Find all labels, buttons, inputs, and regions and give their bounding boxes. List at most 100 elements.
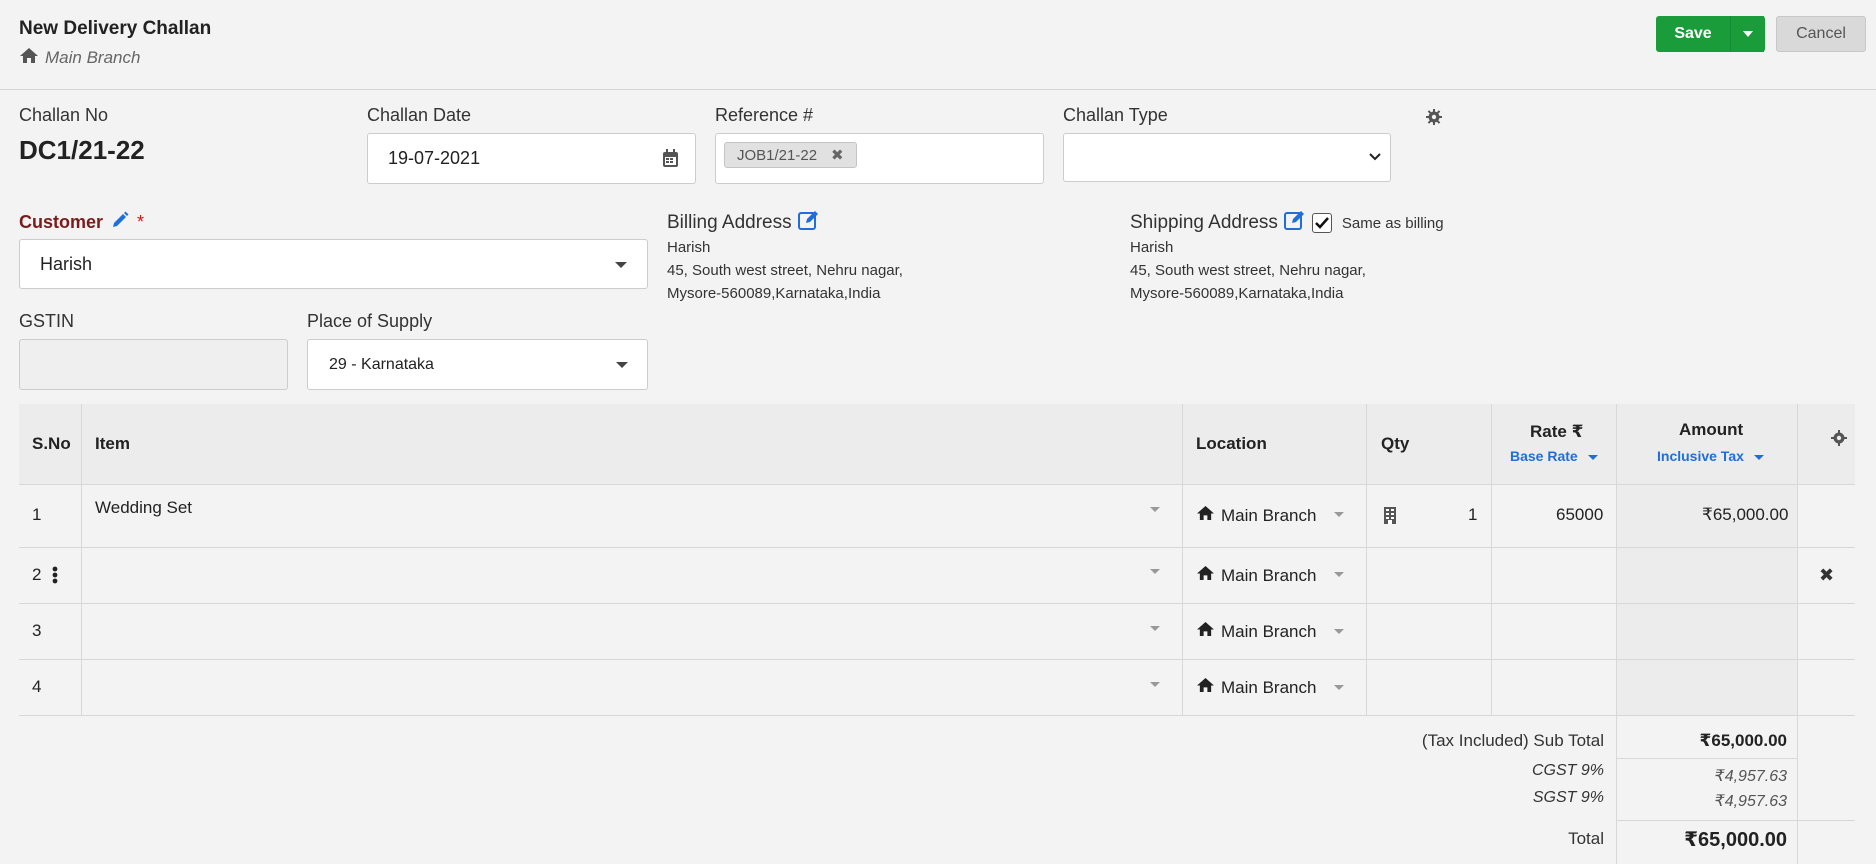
cancel-button[interactable]: Cancel	[1776, 16, 1866, 52]
challan-date-field[interactable]: 19-07-2021	[367, 133, 696, 184]
billing-name: Harish	[667, 239, 711, 256]
row-location[interactable]: Main Branch	[1196, 505, 1316, 526]
home-icon	[1196, 505, 1215, 526]
required-mark: *	[137, 212, 145, 232]
row-sno: 3	[32, 621, 42, 640]
reference-label: Reference #	[715, 105, 814, 125]
billing-address-heading: Billing Address	[667, 210, 820, 236]
remove-row-icon[interactable]: ✖	[1819, 565, 1834, 586]
reference-field[interactable]: JOB1/21-22 ✖	[715, 133, 1044, 184]
shipping-address-label: Shipping Address	[1130, 212, 1278, 233]
same-as-billing-label[interactable]: Same as billing	[1342, 215, 1444, 232]
billing-line2: Mysore-560089,Karnataka,India	[667, 285, 881, 302]
row-amount: ₹65,000.00	[1702, 505, 1789, 524]
row-location[interactable]: Main Branch	[1196, 565, 1316, 586]
pencil-icon[interactable]	[111, 211, 129, 234]
remove-tag-icon[interactable]: ✖	[831, 146, 844, 164]
cgst-label: CGST 9%	[1531, 762, 1604, 779]
rate-mode-dropdown[interactable]: Base Rate	[1510, 448, 1598, 464]
col-location: Location	[1196, 434, 1267, 453]
branch-name: Main Branch	[45, 48, 141, 67]
place-of-supply-label: Place of Supply	[307, 311, 433, 331]
item-dropdown-caret[interactable]	[1150, 569, 1160, 574]
col-item: Item	[95, 434, 130, 453]
billing-line1: 45, South west street, Nehru nagar,	[667, 262, 903, 279]
subtotal-label: (Tax Included) Sub Total	[1421, 731, 1604, 750]
row-item[interactable]: Wedding Set	[95, 498, 192, 518]
billing-address-label: Billing Address	[667, 212, 792, 233]
warehouse-stock-icon[interactable]	[1383, 506, 1397, 529]
reference-tag-label: JOB1/21-22	[737, 146, 818, 164]
place-of-supply-select[interactable]: 29 - Karnataka	[307, 339, 648, 390]
save-button-label: Save	[1674, 25, 1712, 42]
customer-label-text: Customer	[19, 212, 104, 232]
row-qty[interactable]: 1	[1468, 505, 1477, 525]
item-dropdown-caret[interactable]	[1150, 626, 1160, 631]
caret-down-icon	[1753, 454, 1764, 460]
shipping-line1: 45, South west street, Nehru nagar,	[1130, 262, 1366, 279]
billing-address-block: Harish 45, South west street, Nehru naga…	[667, 236, 903, 305]
challan-no-label: Challan No	[19, 105, 109, 125]
chevron-down-icon	[1368, 150, 1382, 169]
page-title: New Delivery Challan	[19, 18, 212, 39]
customer-value: Harish	[40, 254, 93, 274]
location-dropdown-caret[interactable]	[1334, 572, 1344, 577]
location-label: Main Branch	[1221, 565, 1317, 585]
shipping-line2: Mysore-560089,Karnataka,India	[1130, 285, 1344, 302]
location-label: Main Branch	[1221, 505, 1317, 525]
challan-type-select[interactable]	[1063, 133, 1391, 182]
home-icon	[1196, 621, 1215, 642]
edit-icon[interactable]	[797, 210, 820, 236]
gstin-field[interactable]	[19, 339, 288, 390]
location-dropdown-caret[interactable]	[1334, 685, 1344, 690]
customer-label: Customer *	[19, 211, 144, 234]
same-as-billing-checkbox[interactable]	[1311, 213, 1332, 233]
rate-mode-label: Base Rate	[1510, 448, 1578, 464]
challan-type-label: Challan Type	[1063, 105, 1168, 125]
subtotal-value: ₹65,000.00	[1699, 731, 1787, 750]
challan-date-value: 19-07-2021	[388, 148, 481, 168]
row-sno: 2	[32, 565, 42, 584]
col-rate: Rate ₹	[1530, 422, 1584, 441]
calendar-icon[interactable]	[662, 149, 679, 173]
home-icon	[1196, 565, 1215, 586]
location-label: Main Branch	[1221, 677, 1317, 697]
col-amount: Amount	[1679, 420, 1744, 439]
col-qty: Qty	[1381, 434, 1410, 453]
gear-icon[interactable]	[1831, 430, 1847, 451]
header-divider	[0, 89, 1876, 90]
gstin-label: GSTIN	[19, 311, 75, 331]
cgst-value: ₹4,957.63	[1714, 768, 1787, 785]
item-dropdown-caret[interactable]	[1150, 682, 1160, 687]
col-sno: S.No	[32, 434, 71, 453]
caret-down-icon	[1587, 454, 1598, 460]
edit-icon[interactable]	[1283, 210, 1306, 236]
row-rate[interactable]: 65000	[1556, 505, 1603, 525]
gear-icon[interactable]	[1426, 109, 1442, 130]
customer-select[interactable]: Harish	[19, 239, 648, 289]
location-dropdown-caret[interactable]	[1334, 512, 1344, 517]
row-location[interactable]: Main Branch	[1196, 677, 1316, 698]
row-sno: 4	[32, 677, 42, 696]
location-dropdown-caret[interactable]	[1334, 629, 1344, 634]
total-value: ₹65,000.00	[1684, 829, 1787, 851]
save-options-dropdown[interactable]	[1730, 16, 1765, 52]
sgst-label: SGST 9%	[1532, 789, 1604, 806]
table-header	[19, 404, 1855, 484]
tax-mode-dropdown[interactable]: Inclusive Tax	[1657, 448, 1764, 464]
item-dropdown-caret[interactable]	[1150, 507, 1160, 512]
challan-no-value: DC1/21-22	[19, 135, 145, 165]
shipping-address-block: Harish 45, South west street, Nehru naga…	[1130, 236, 1366, 305]
chevron-down-icon	[1743, 31, 1753, 37]
sgst-value: ₹4,957.63	[1714, 793, 1787, 810]
branch-indicator: Main Branch	[19, 47, 140, 69]
shipping-address-heading: Shipping Address Same as billing	[1130, 210, 1444, 236]
row-location[interactable]: Main Branch	[1196, 621, 1316, 642]
place-of-supply-value: 29 - Karnataka	[329, 356, 434, 373]
challan-date-label: Challan Date	[367, 105, 472, 125]
row-menu-icon[interactable]	[52, 566, 58, 589]
row-sno: 1	[32, 505, 42, 524]
shipping-name: Harish	[1130, 239, 1174, 256]
caret-down-icon	[616, 362, 628, 368]
home-icon	[1196, 677, 1215, 698]
